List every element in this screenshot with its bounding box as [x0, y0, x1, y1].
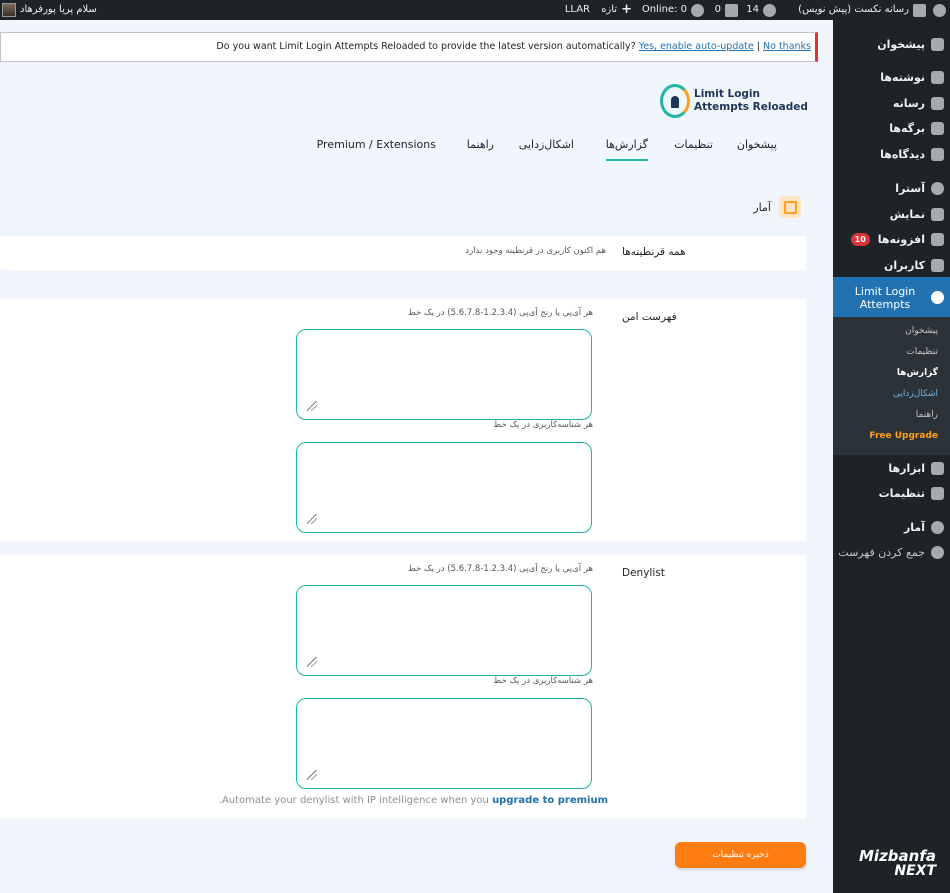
sidebar-item-comments[interactable]: دیدگاه‌ها	[833, 141, 950, 167]
submenu-help[interactable]: راهنما	[833, 410, 950, 420]
safelist-ip-textarea[interactable]	[296, 329, 592, 420]
lock-icon	[660, 84, 690, 118]
users-icon	[931, 258, 944, 272]
denylist-user-textarea[interactable]	[296, 698, 592, 789]
new-content-link[interactable]: + تازه	[601, 0, 632, 20]
tab-debug[interactable]: اشکال‌زدایی	[519, 138, 574, 151]
submenu-logs[interactable]: گزارش‌ها	[833, 368, 950, 378]
comments-icon	[931, 147, 944, 161]
pin-icon	[931, 70, 944, 84]
safelist-label: فهرست امن	[622, 311, 677, 323]
plugins-icon	[931, 232, 944, 246]
collapse-menu-button[interactable]: جمع کردن فهرست	[833, 539, 950, 565]
plugin-tabs: پیشخوان تنظیمات گزارش‌ها اشکال‌زدایی راه…	[0, 128, 833, 166]
dashboard-icon	[931, 37, 944, 51]
no-thanks-link[interactable]: No thanks	[763, 41, 811, 52]
llar-logo: Limit Login Attempts Reloaded	[660, 82, 808, 122]
chart-icon	[691, 3, 704, 17]
denylist-premium-promo: .Automate your denylist with IP intellig…	[218, 795, 608, 806]
sidebar-item-users[interactable]: کاربران	[833, 252, 950, 278]
denylist-ip-textarea[interactable]	[296, 585, 592, 676]
sidebar-item-posts[interactable]: نوشته‌ها	[833, 64, 950, 90]
denylist-label: Denylist	[622, 567, 665, 579]
pages-icon	[931, 121, 944, 135]
submenu-dashboard[interactable]: پیشخوان	[833, 326, 950, 336]
tab-settings[interactable]: تنظیمات	[674, 138, 713, 151]
safelist-user-hint: هر شناسه‌کاربری در یک خط	[493, 420, 593, 430]
denylist-card: Denylist هر آی‌پی یا رنج آی‌پی (1.2.3.4-…	[0, 555, 806, 819]
comments-link[interactable]: 0	[715, 0, 738, 20]
admin-bar: رسانه نکست (پیش نویس) 14 0 Online: 0 + تا…	[0, 0, 950, 20]
all-zones-empty-text: هم اکنون کاربری در قرنطینه وجود ندارد	[465, 246, 606, 256]
online-count[interactable]: Online: 0	[642, 0, 704, 20]
denylist-user-hint: هر شناسه‌کاربری در یک خط	[493, 676, 593, 686]
sidebar-item-dashboard[interactable]: پیشخوان	[833, 31, 950, 57]
plus-icon: +	[621, 2, 632, 17]
llar-icon	[931, 291, 944, 304]
auto-update-notice: Do you want Limit Login Attempts Reloade…	[0, 32, 818, 62]
sidebar-item-media[interactable]: رسانه	[833, 90, 950, 116]
sidebar-item-appearance[interactable]: نمایش	[833, 201, 950, 227]
sidebar-item-tools[interactable]: ابزارها	[833, 455, 950, 481]
site-name-link[interactable]: رسانه نکست (پیش نویس)	[798, 0, 926, 20]
avatar	[2, 3, 16, 17]
llar-submenu: پیشخوان تنظیمات گزارش‌ها اشکال‌زدایی راه…	[833, 317, 950, 455]
stats-icon	[931, 520, 944, 534]
upgrade-to-premium-link[interactable]: upgrade to premium	[492, 795, 608, 806]
collapse-icon	[931, 545, 944, 559]
submenu-debug[interactable]: اشکال‌زدایی	[833, 389, 950, 399]
all-zones-label: همه قرنطینه‌ها	[622, 246, 686, 258]
submenu-free-upgrade[interactable]: Free Upgrade	[833, 431, 950, 441]
sidebar-item-plugins[interactable]: افزونه‌ها 10	[833, 226, 950, 252]
stats-chart-icon	[779, 196, 801, 218]
resize-handle[interactable]	[307, 657, 317, 667]
tools-icon	[931, 461, 944, 475]
main-content: Do you want Limit Login Attempts Reloade…	[0, 20, 833, 893]
tab-logs[interactable]: گزارش‌ها	[605, 138, 648, 161]
settings-icon	[931, 486, 944, 500]
user-account[interactable]: سلام پریا پورفرهاد	[2, 0, 97, 20]
resize-handle[interactable]	[307, 401, 317, 411]
stats-heading: آمار	[753, 196, 801, 218]
home-icon	[913, 3, 926, 17]
wordpress-icon	[933, 3, 946, 17]
resize-handle[interactable]	[307, 770, 317, 780]
sidebar-item-pages[interactable]: برگه‌ها	[833, 115, 950, 141]
updates-link[interactable]: 14	[746, 0, 776, 20]
plugins-update-badge: 10	[850, 232, 870, 246]
media-icon	[931, 96, 944, 110]
save-settings-button[interactable]: ذخیره تنظیمات	[675, 842, 806, 868]
sidebar-item-settings[interactable]: تنظیمات	[833, 480, 950, 506]
comment-icon	[725, 3, 738, 17]
sidebar-item-stats[interactable]: آمار	[833, 514, 950, 540]
admin-sidebar: پیشخوان نوشته‌ها رسانه برگه‌ها دیدگاه‌ها…	[827, 20, 950, 893]
sidebar-item-astra[interactable]: آسترا	[833, 175, 950, 201]
astra-icon	[931, 181, 944, 195]
denylist-ip-hint: هر آی‌پی یا رنج آی‌پی (1.2.3.4-5.6.7.8) …	[407, 564, 593, 574]
sidebar-item-limit-login-attempts[interactable]: Limit Login Attempts	[827, 277, 950, 318]
appearance-icon	[931, 207, 944, 221]
llar-link[interactable]: LLAR	[565, 0, 590, 20]
resize-handle[interactable]	[307, 514, 317, 524]
safelist-card: فهرست امن هر آی‌پی یا رنج آی‌پی (1.2.3.4…	[0, 299, 806, 541]
tab-dashboard[interactable]: پیشخوان	[737, 138, 777, 151]
tab-premium-extensions[interactable]: Premium / Extensions	[317, 138, 436, 151]
mizbanfa-logo: Mizbanfa NEXT	[859, 847, 936, 879]
safelist-ip-hint: هر آی‌پی یا رنج آی‌پی (1.2.3.4-5.6.7.8) …	[407, 308, 593, 318]
enable-auto-update-link[interactable]: Yes, enable auto-update	[639, 41, 754, 52]
updates-icon	[763, 3, 776, 17]
submenu-settings[interactable]: تنظیمات	[833, 347, 950, 357]
safelist-user-textarea[interactable]	[296, 442, 592, 533]
wordpress-logo[interactable]	[933, 0, 946, 20]
tab-help[interactable]: راهنما	[467, 138, 494, 151]
all-zones-card: همه قرنطینه‌ها هم اکنون کاربری در قرنطین…	[0, 236, 806, 270]
